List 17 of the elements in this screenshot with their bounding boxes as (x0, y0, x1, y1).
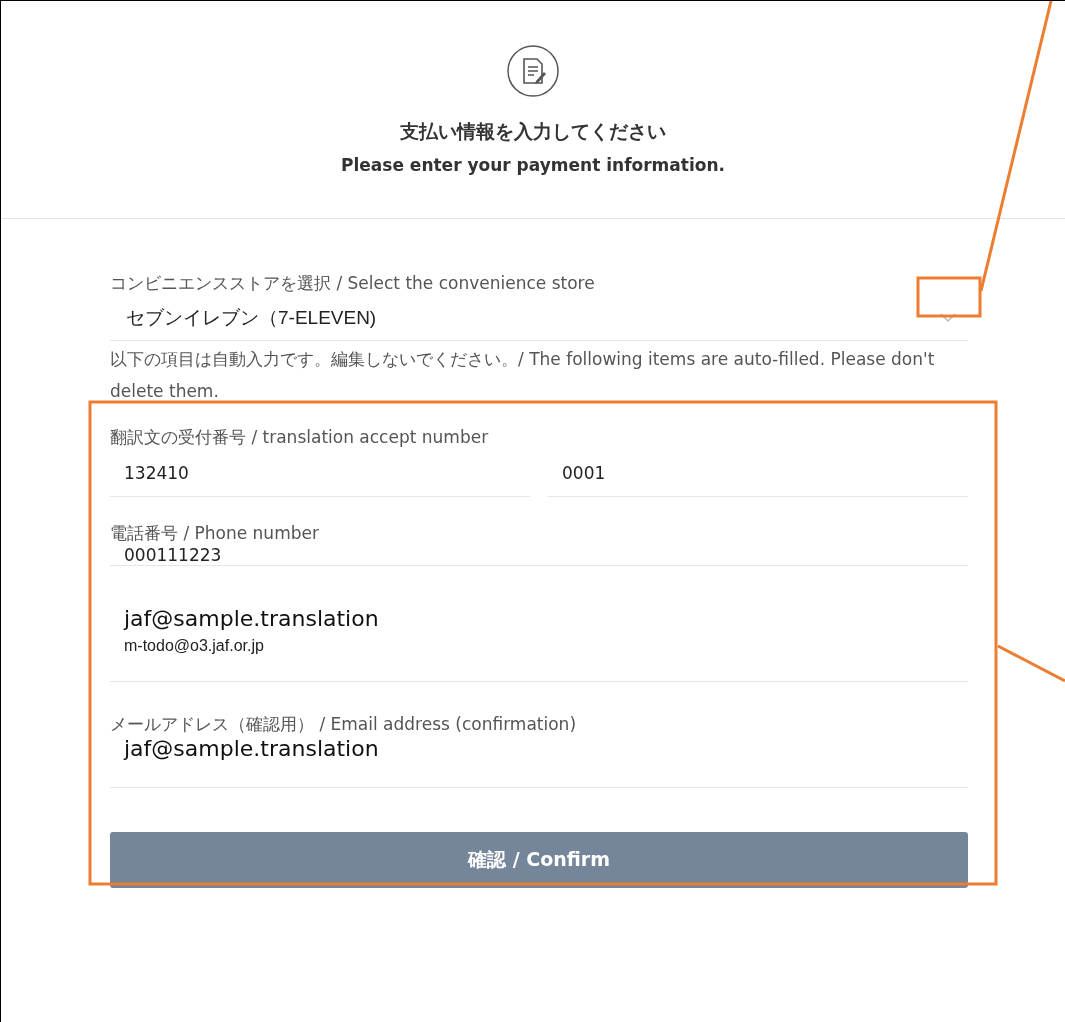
field-label: 翻訳文の受付番号 / translation accept number (110, 426, 490, 449)
annotation-box (916, 276, 982, 318)
input-field[interactable]: 0001 (548, 449, 968, 497)
input-field[interactable]: 132410 (110, 449, 530, 497)
document-edit-icon (507, 45, 559, 97)
leader-line (997, 644, 1065, 683)
email-field[interactable]: jaf@sample.translation m-todo@o3.jaf.or.jp (110, 566, 968, 682)
page-subtitle: Please enter your payment information. (341, 155, 725, 175)
email-confirm-field[interactable]: メールアドレス（確認用） / Email address (confirmation) jaf@sample.translation (110, 712, 968, 788)
store-select[interactable]: セブンイレブン（7-ELEVEN) (110, 295, 968, 341)
input-field[interactable]: 000111223 (110, 545, 968, 566)
chevron-down-icon (940, 312, 956, 323)
page-title: 支払い情報を入力してください (400, 119, 666, 144)
field-label: コンビニエンスストアを選択 / Select the convenience store (110, 272, 596, 295)
notice-text: 以下の項目は自動入力です。編集しないでください。/ The following items are auto-filled. Please don't delete them. (110, 348, 936, 403)
field-label: 電話番号 / Phone number (110, 522, 320, 545)
confirm-button[interactable]: 確認 / Confirm (110, 832, 968, 888)
